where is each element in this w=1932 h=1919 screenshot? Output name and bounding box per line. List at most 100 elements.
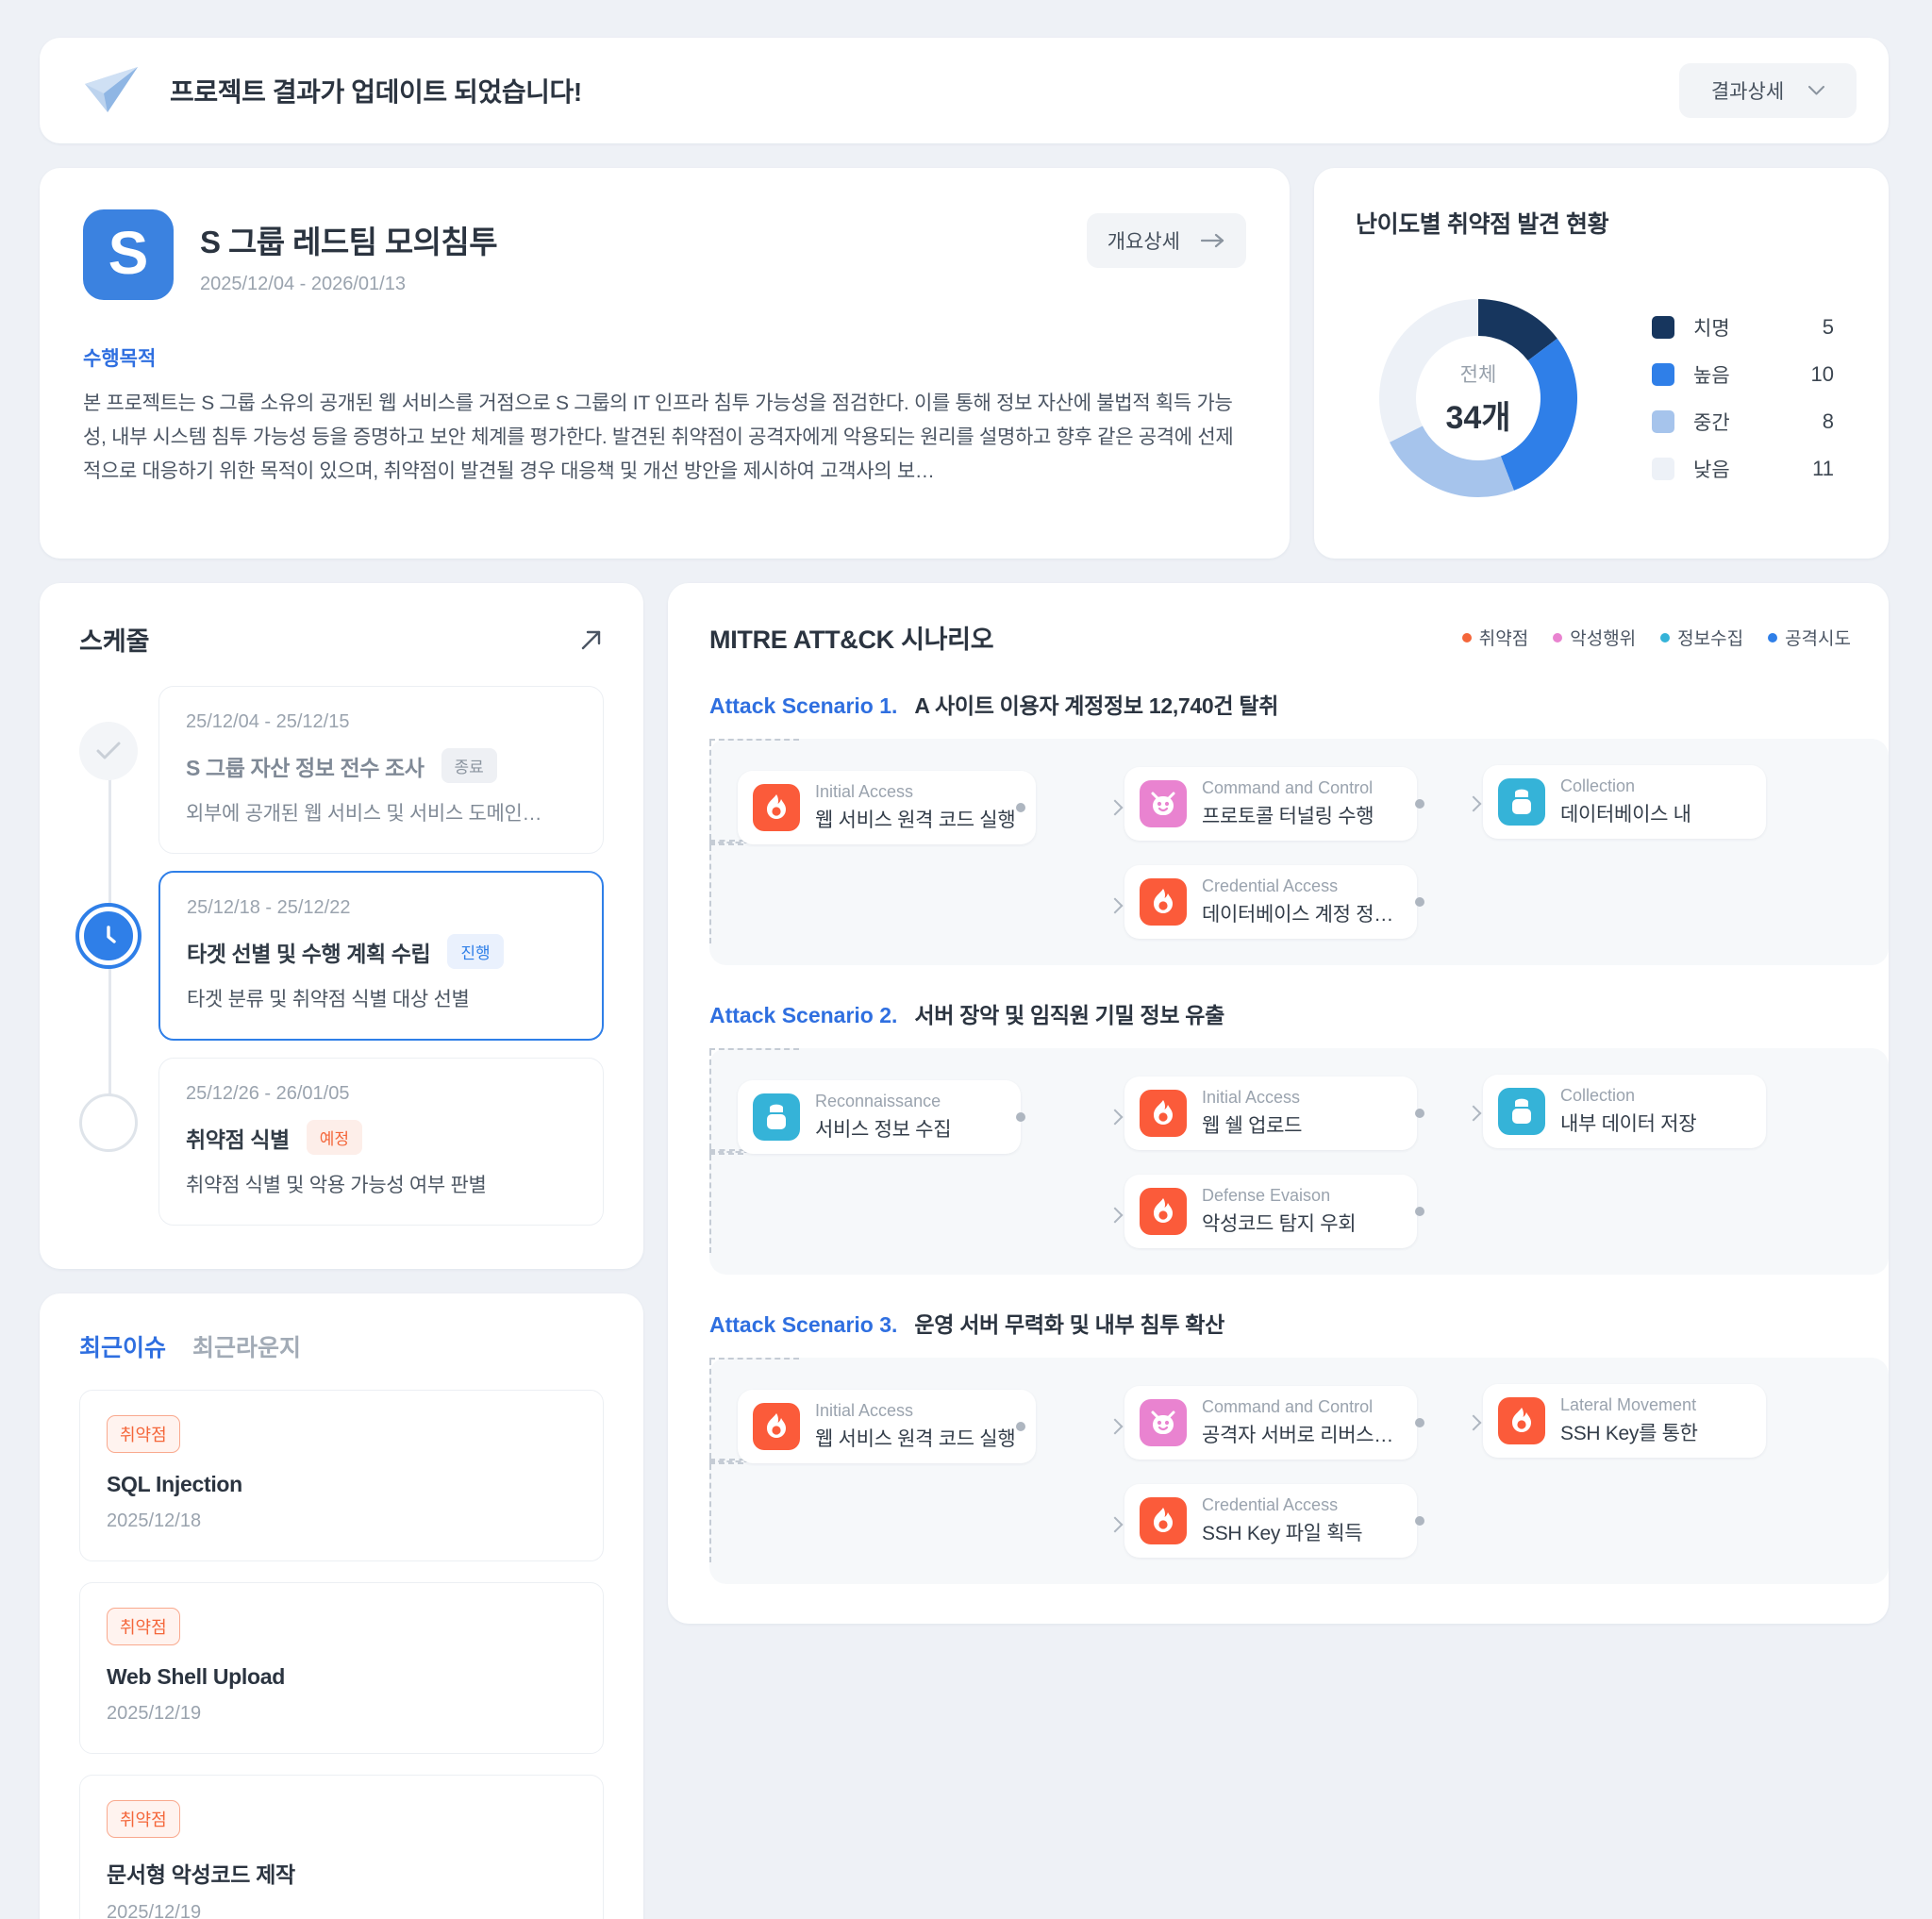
issue-item[interactable]: 취약점 문서형 악성코드 제작 2025/12/19 bbox=[79, 1775, 604, 1919]
schedule-date: 25/12/26 - 26/01/05 bbox=[186, 1083, 350, 1104]
flow-dot bbox=[1415, 1418, 1424, 1427]
attack-node[interactable]: Credential Access 데이터베이스 계정 정… bbox=[1124, 865, 1417, 939]
issue-date: 2025/12/19 bbox=[107, 1703, 202, 1724]
arrow-right-icon bbox=[1201, 233, 1224, 248]
mitre-header: MITRE ATT&CK 시나리오 취약점 악성행위 정보수집 공격시도 bbox=[709, 619, 1889, 656]
mitre-legend-item: 취약점 bbox=[1461, 625, 1528, 650]
attack-node[interactable]: Collection 내부 데이터 저장 bbox=[1483, 1075, 1766, 1148]
chart-title: 난이도별 취약점 발견 현황 bbox=[1356, 211, 1609, 238]
project-logo: S bbox=[83, 209, 174, 300]
legend-row: 낮음 11 bbox=[1652, 445, 1847, 492]
node-action: 데이터베이스 계정 정… bbox=[1202, 904, 1393, 926]
flow-arrow bbox=[1107, 897, 1124, 914]
flow-line bbox=[709, 1050, 711, 1149]
flow-dot bbox=[1016, 1112, 1025, 1122]
node-tactic: Defense Evaison bbox=[1202, 1186, 1331, 1205]
scenario-name: 운영 서버 무력화 및 내부 침투 확산 bbox=[914, 1312, 1225, 1337]
tab-recent-lounge[interactable]: 최근라운지 bbox=[192, 1329, 301, 1363]
donut-total-value: 34개 bbox=[1445, 399, 1511, 436]
scenario-header: Attack Scenario 1. A 사이트 이용자 계정정보 12,740건… bbox=[709, 688, 1889, 720]
legend-dot bbox=[1768, 632, 1778, 642]
empty-circle-icon bbox=[79, 1093, 138, 1152]
database-icon bbox=[1498, 778, 1545, 826]
flow-line bbox=[709, 741, 711, 840]
flow-dot bbox=[1016, 803, 1025, 812]
legend-row: 높음 10 bbox=[1652, 351, 1847, 398]
flame-icon bbox=[753, 784, 800, 831]
attack-node[interactable]: Command and Control 프로토콜 터널링 수행 bbox=[1124, 767, 1417, 841]
attack-scenario: Attack Scenario 3. 운영 서버 무력화 및 내부 침투 확산 In… bbox=[709, 1307, 1889, 1584]
tab-recent-issues[interactable]: 최근이슈 bbox=[79, 1329, 166, 1363]
mitre-legend: 취약점 악성행위 정보수집 공격시도 bbox=[1461, 625, 1851, 650]
attack-node[interactable]: Collection 데이터베이스 내 bbox=[1483, 765, 1766, 839]
attack-scenario: Attack Scenario 1. A 사이트 이용자 계정정보 12,740건… bbox=[709, 688, 1889, 965]
schedule-name: 취약점 식별 bbox=[186, 1126, 290, 1152]
schedule-desc: 취약점 식별 및 악용 가능성 여부 판별 bbox=[186, 1175, 487, 1196]
scenario-number: Attack Scenario 1. bbox=[709, 693, 898, 718]
schedule-desc: 외부에 공개된 웹 서비스 및 서비스 도메인… bbox=[186, 803, 542, 825]
node-action: 내부 데이터 저장 bbox=[1560, 1113, 1697, 1135]
flame-icon bbox=[1498, 1397, 1545, 1444]
schedule-timeline: 25/12/04 - 25/12/15 S 그룹 자산 정보 전수 조사 종료 외부에… bbox=[79, 686, 604, 1226]
attack-node[interactable]: Credential Access SSH Key 파일 획득 bbox=[1124, 1484, 1417, 1558]
paper-plane-icon bbox=[85, 67, 138, 112]
flow-dot bbox=[1415, 1109, 1424, 1118]
timeline-item[interactable]: 25/12/18 - 25/12/22 타겟 선별 및 수행 계획 수립 진행 타겟 … bbox=[79, 871, 604, 1041]
timeline-item[interactable]: 25/12/04 - 25/12/15 S 그룹 자산 정보 전수 조사 종료 외부에… bbox=[79, 686, 604, 854]
schedule-entry[interactable]: 25/12/26 - 26/01/05 취약점 식별 예정 취약점 식별 및 악용 가… bbox=[158, 1058, 604, 1226]
legend-swatch bbox=[1652, 316, 1674, 339]
attack-node[interactable]: Initial Access 웹 쉘 업로드 bbox=[1124, 1076, 1417, 1150]
schedule-date: 25/12/18 - 25/12/22 bbox=[187, 897, 351, 918]
node-tactic: Command and Control bbox=[1202, 1397, 1374, 1416]
banner-title: 프로젝트 결과가 업데이트 되었습니다! bbox=[170, 77, 582, 107]
flow-arrow bbox=[1107, 799, 1124, 816]
legend-dot bbox=[1553, 632, 1563, 642]
devil-face-icon bbox=[1140, 1399, 1187, 1446]
donut-chart: 전체 34개 bbox=[1356, 275, 1601, 521]
flow-dot bbox=[1415, 799, 1424, 809]
arrow-up-right-icon[interactable] bbox=[579, 627, 604, 652]
legend-row: 중간 8 bbox=[1652, 398, 1847, 445]
node-tactic: Initial Access bbox=[1202, 1088, 1301, 1107]
project-meta: S 그룹 레드팀 모의침투 2025/12/04 - 2026/01/13 bbox=[200, 209, 498, 295]
node-tactic: Reconnaissance bbox=[815, 1092, 941, 1110]
result-detail-button[interactable]: 결과상세 bbox=[1679, 63, 1857, 118]
scenario-name: A 사이트 이용자 계정정보 12,740건 탈취 bbox=[914, 693, 1279, 718]
legend-label: 악성행위 bbox=[1570, 629, 1637, 649]
node-tactic: Initial Access bbox=[815, 1401, 914, 1420]
attack-node[interactable]: Reconnaissance 서비스 정보 수집 bbox=[738, 1080, 1021, 1154]
overview-detail-button[interactable]: 개요상세 bbox=[1086, 213, 1246, 268]
devil-face-icon bbox=[1140, 780, 1187, 827]
flow-arrow bbox=[1107, 1109, 1124, 1126]
flow-line bbox=[709, 1048, 799, 1050]
issue-title: Web Shell Upload bbox=[107, 1664, 286, 1689]
attack-node[interactable]: Initial Access 웹 서비스 원격 코드 실행 bbox=[738, 771, 1037, 844]
schedule-entry[interactable]: 25/12/04 - 25/12/15 S 그룹 자산 정보 전수 조사 종료 외부에… bbox=[158, 686, 604, 854]
issue-item[interactable]: 취약점 SQL Injection 2025/12/18 bbox=[79, 1390, 604, 1561]
mitre-attack-card: MITRE ATT&CK 시나리오 취약점 악성행위 정보수집 공격시도 Attack… bbox=[668, 583, 1889, 1624]
attack-node[interactable]: Defense Evaison 악성코드 탐지 우회 bbox=[1124, 1175, 1417, 1248]
attack-node[interactable]: Initial Access 웹 서비스 원격 코드 실행 bbox=[738, 1390, 1037, 1463]
node-text: Collection 데이터베이스 내 bbox=[1560, 776, 1691, 827]
scenario-header: Attack Scenario 2. 서버 장악 및 임직원 기밀 정보 유출 bbox=[709, 997, 1889, 1029]
schedule-header: 스케줄 bbox=[79, 621, 604, 658]
node-action: SSH Key 파일 획득 bbox=[1202, 1523, 1363, 1544]
mitre-legend-item: 악성행위 bbox=[1553, 625, 1636, 650]
legend-label: 정보수집 bbox=[1677, 629, 1744, 649]
goal-text: 본 프로젝트는 S 그룹 소유의 공개된 웹 서비스를 거점으로 S 그룹의 I… bbox=[83, 392, 1234, 483]
node-text: Collection 내부 데이터 저장 bbox=[1560, 1086, 1696, 1137]
project-header: S S 그룹 레드팀 모의침투 2025/12/04 - 2026/01/13 bbox=[83, 209, 1246, 300]
legend-dot bbox=[1660, 632, 1671, 642]
summary-row: S S 그룹 레드팀 모의침투 2025/12/04 - 2026/01/13 … bbox=[40, 168, 1889, 559]
result-detail-label: 결과상세 bbox=[1710, 81, 1785, 103]
schedule-entry[interactable]: 25/12/18 - 25/12/22 타겟 선별 및 수행 계획 수립 진행 타겟 … bbox=[158, 871, 604, 1041]
legend-label: 공격시도 bbox=[1785, 629, 1851, 649]
scenario-header: Attack Scenario 3. 운영 서버 무력화 및 내부 침투 확산 bbox=[709, 1307, 1889, 1339]
schedule-name-row: 타겟 선별 및 수행 계획 수립 진행 bbox=[187, 934, 575, 969]
detail-row: 스케줄 25/12/04 - 25/12/15 S 그룹 자산 정보 전수 조사 종… bbox=[40, 583, 1889, 1919]
attack-node[interactable]: Command and Control 공격자 서버로 리버스… bbox=[1124, 1386, 1417, 1460]
issue-item[interactable]: 취약점 Web Shell Upload 2025/12/19 bbox=[79, 1582, 604, 1754]
attack-node[interactable]: Lateral Movement SSH Key를 통한 bbox=[1483, 1384, 1766, 1458]
timeline-item[interactable]: 25/12/26 - 26/01/05 취약점 식별 예정 취약점 식별 및 악용 가… bbox=[79, 1058, 604, 1226]
flow-line bbox=[709, 1464, 711, 1562]
